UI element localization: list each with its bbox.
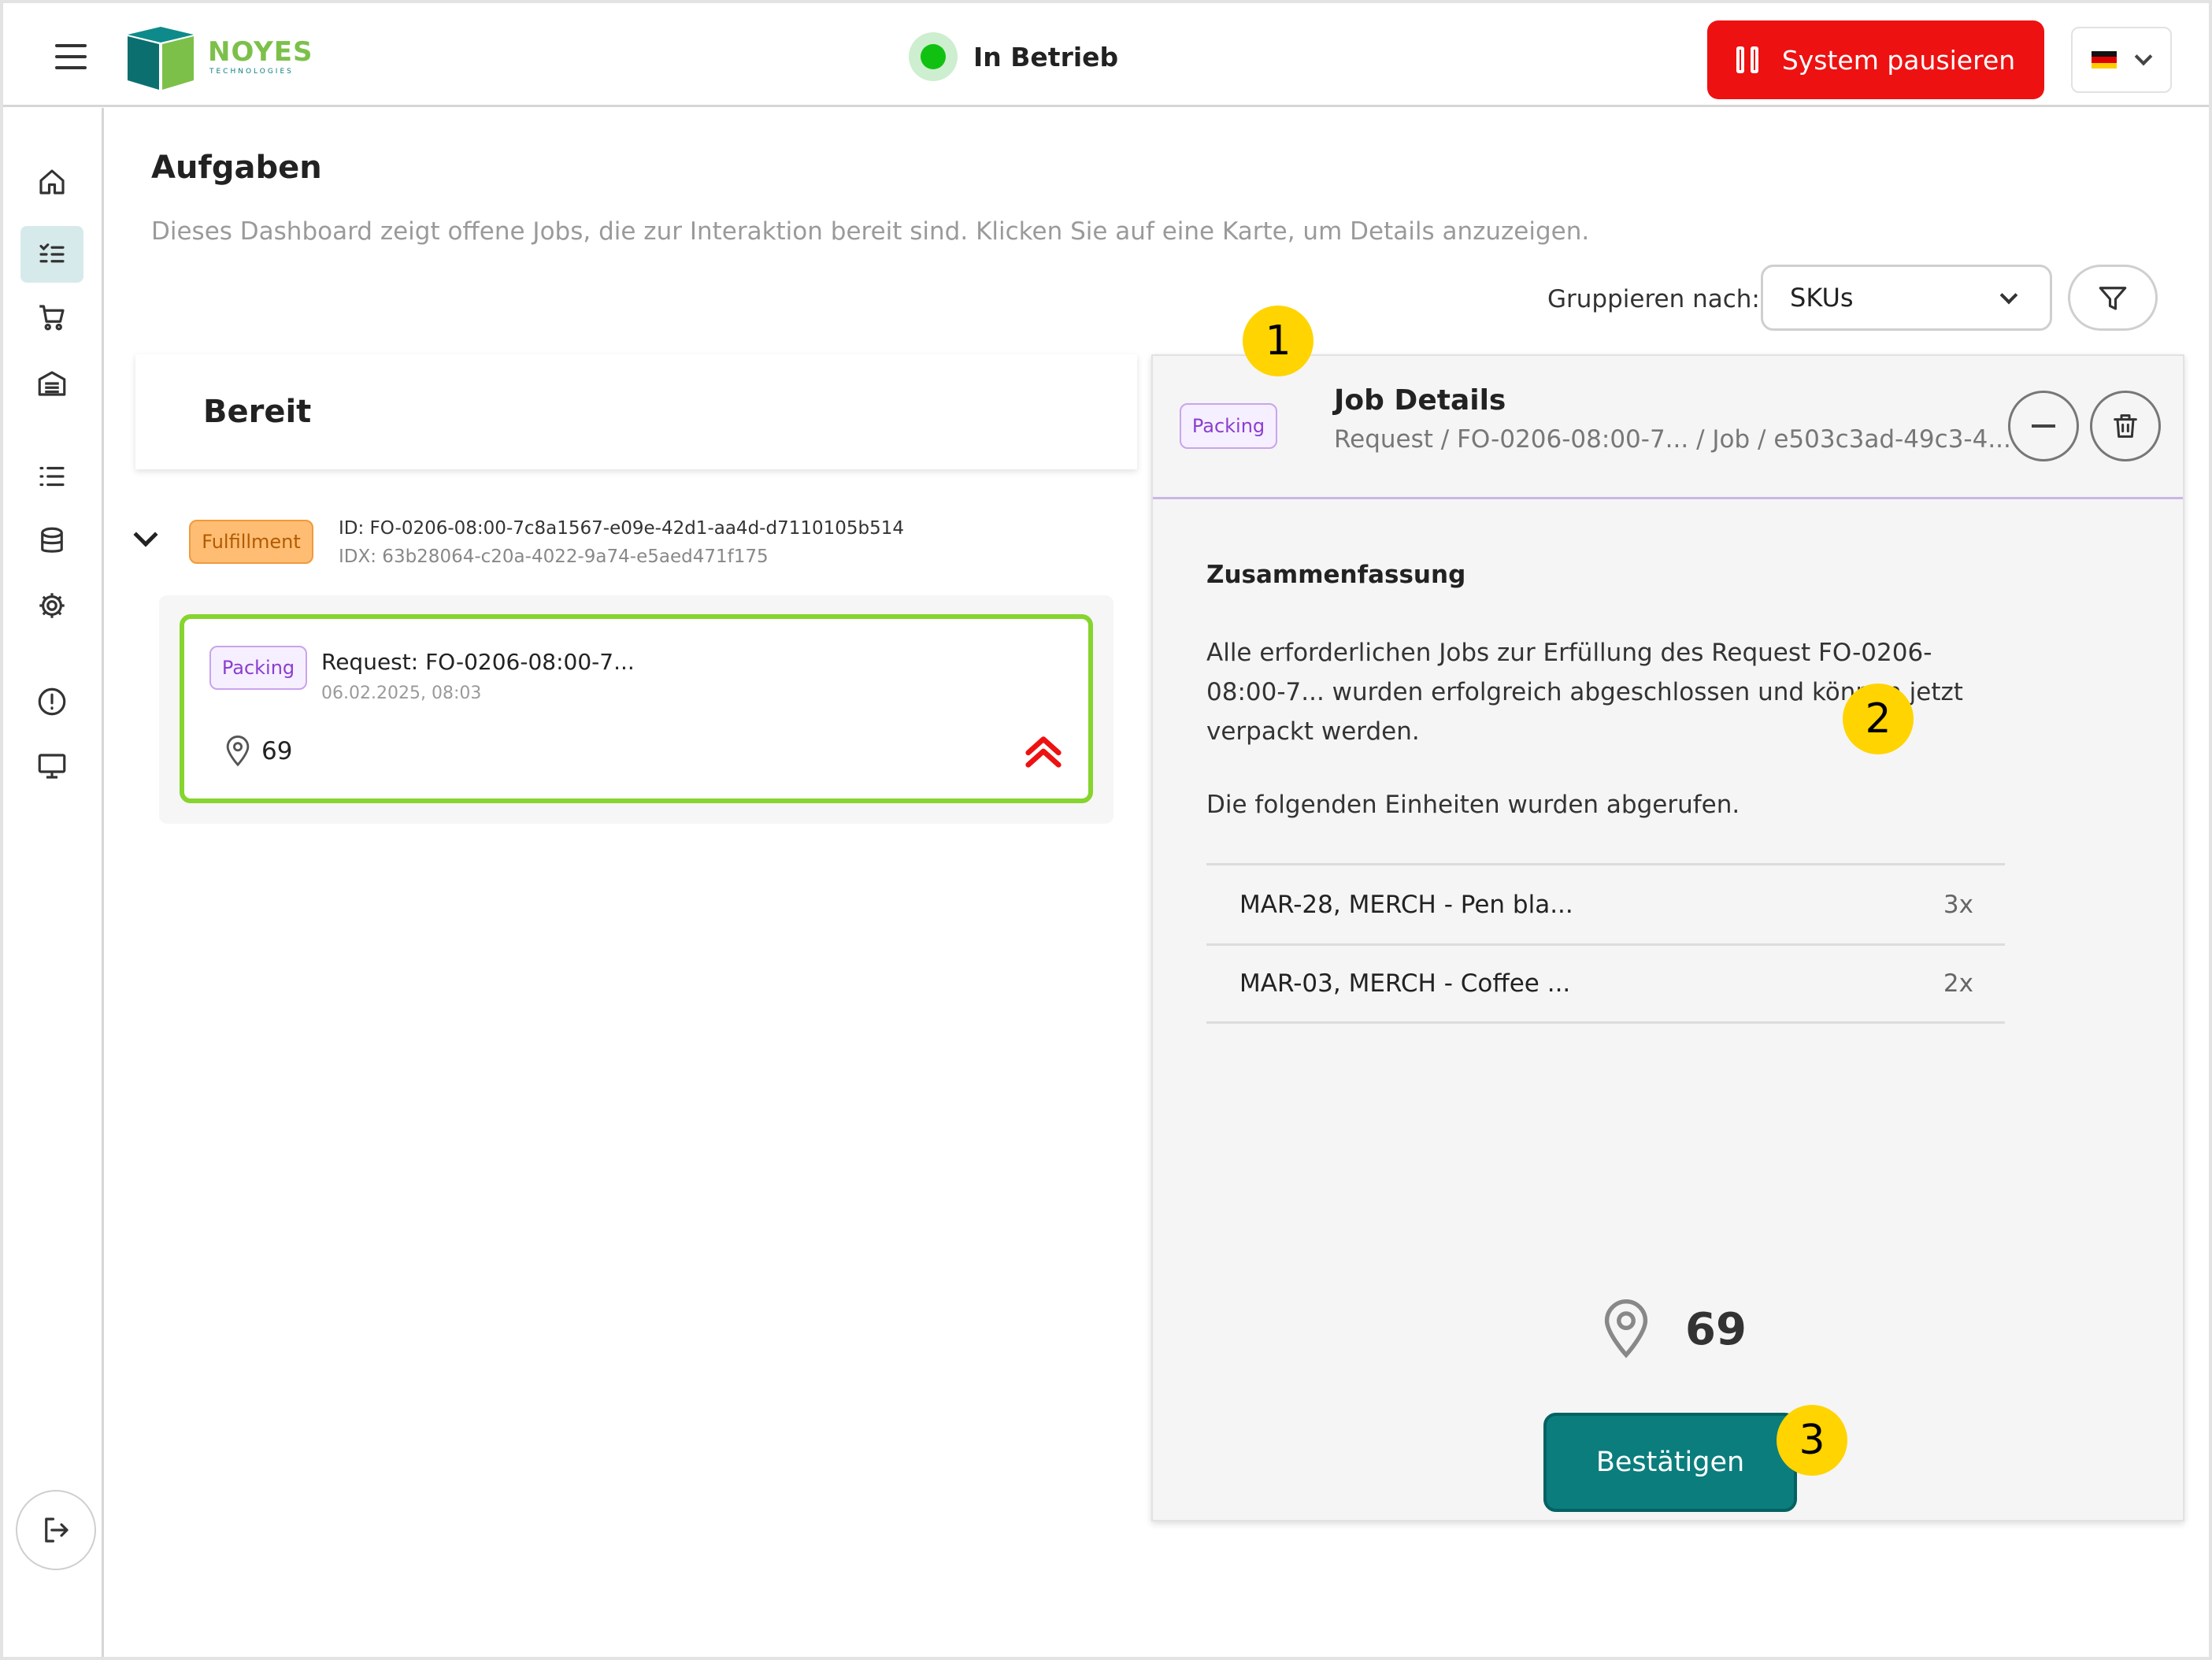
task-list-icon	[39, 243, 65, 263]
sidebar-item-tasks[interactable]	[20, 226, 83, 283]
fulfillment-group-row[interactable]: Fulfillment ID: FO-0206-08:00-7c8a1567-e…	[126, 510, 1142, 573]
logo-cube-icon	[128, 27, 194, 90]
location-value: 69	[1685, 1304, 1747, 1355]
annotation-marker-2: 2	[1843, 684, 1914, 754]
list-item: MAR-28, MERCH - Pen bla... 3x	[1206, 863, 2005, 943]
packing-badge: Packing	[1180, 403, 1277, 449]
job-details-header: Packing Job Details Request / FO-0206-08…	[1153, 356, 2183, 499]
menu-icon[interactable]	[55, 44, 87, 69]
item-quantity: 3x	[1943, 890, 1973, 919]
group-by-value: SKUs	[1790, 283, 1854, 313]
system-status: In Betrieb	[909, 31, 1118, 82]
packing-badge: Packing	[209, 646, 307, 690]
logo-brand: NOYES	[208, 36, 313, 68]
group-by-label: Gruppieren nach:	[1547, 285, 1760, 313]
language-select[interactable]	[2071, 27, 2172, 93]
sidebar-item-orders[interactable]	[20, 289, 83, 346]
sidebar-item-database[interactable]	[20, 513, 83, 569]
annotation-marker-1: 1	[1243, 306, 1313, 376]
sidebar-item-monitor[interactable]	[20, 738, 83, 795]
pause-system-label: System pausieren	[1781, 44, 2016, 76]
status-indicator-icon	[909, 32, 958, 81]
chevron-down-icon	[1999, 286, 2018, 305]
summary-subtitle: Die folgenden Einheiten wurden abgerufen…	[1206, 791, 1740, 819]
collapse-button[interactable]	[2008, 391, 2079, 461]
status-text: In Betrieb	[973, 41, 1119, 72]
logo-subtitle: TECHNOLOGIES	[209, 68, 294, 76]
page-title: Aufgaben	[151, 150, 322, 186]
sidebar-item-alerts[interactable]	[20, 673, 83, 730]
location-pin-icon	[1604, 1299, 1648, 1358]
logout-button[interactable]	[16, 1490, 96, 1570]
sidebar-item-settings[interactable]	[20, 577, 83, 634]
home-icon	[39, 169, 65, 195]
job-details-panel: Packing Job Details Request / FO-0206-08…	[1151, 354, 2184, 1521]
gear-icon	[39, 593, 65, 618]
location-pin-icon	[226, 736, 250, 767]
card-location: 69	[261, 737, 293, 765]
pause-system-button[interactable]: System pausieren	[1707, 20, 2044, 99]
job-details-title: Job Details	[1334, 384, 1506, 417]
list-icon	[39, 466, 65, 487]
chevron-down-icon	[2134, 47, 2153, 66]
breadcrumb: Request / FO-0206-08:00-7... / Job / e50…	[1334, 425, 2011, 454]
monitor-icon	[38, 754, 66, 779]
sidebar-item-warehouse[interactable]	[20, 355, 83, 412]
group-id: ID: FO-0206-08:00-7c8a1567-e09e-42d1-aa4…	[339, 518, 904, 539]
list-item: MAR-03, MERCH - Coffee ... 2x	[1206, 943, 2005, 1024]
confirm-button[interactable]: Bestätigen	[1543, 1413, 1797, 1512]
filter-button[interactable]	[2068, 265, 2158, 331]
cart-icon	[39, 305, 65, 331]
database-icon	[41, 527, 63, 553]
sidebar	[3, 108, 104, 1657]
card-date: 06.02.2025, 08:03	[321, 684, 482, 703]
column-header-ready: Bereit	[135, 354, 1137, 469]
group-by-select[interactable]: SKUs	[1761, 265, 2052, 331]
high-priority-icon	[1025, 736, 1062, 768]
card-title: Request: FO-0206-08:00-7...	[321, 649, 635, 675]
logo: NOYES TECHNOLOGIES	[123, 25, 312, 91]
delete-button[interactable]	[2090, 391, 2161, 461]
sidebar-item-list[interactable]	[20, 448, 83, 505]
filter-icon	[2099, 287, 2127, 310]
trash-icon	[2114, 414, 2137, 438]
item-name: MAR-28, MERCH - Pen bla...	[1239, 890, 1573, 919]
summary-title: Zusammenfassung	[1206, 561, 1466, 589]
item-name: MAR-03, MERCH - Coffee ...	[1239, 969, 1571, 998]
retrieved-items-list: MAR-28, MERCH - Pen bla... 3x MAR-03, ME…	[1206, 863, 2005, 1024]
german-flag-icon	[2092, 51, 2117, 69]
item-quantity: 2x	[1943, 969, 1973, 998]
annotation-marker-3: 3	[1777, 1405, 1847, 1476]
pause-icon	[1736, 46, 1758, 73]
top-bar: NOYES TECHNOLOGIES In Betrieb System pau…	[3, 3, 2209, 107]
job-card[interactable]: Packing Request: FO-0206-08:00-7... 06.0…	[180, 614, 1093, 803]
chevron-down-icon[interactable]	[133, 522, 158, 547]
sidebar-item-home[interactable]	[20, 154, 83, 210]
logout-icon	[45, 1517, 69, 1543]
fulfillment-badge: Fulfillment	[189, 520, 313, 564]
alert-icon	[38, 687, 66, 716]
page-description: Dieses Dashboard zeigt offene Jobs, die …	[151, 217, 1590, 246]
warehouse-icon	[38, 371, 66, 396]
group-idx: IDX: 63b28064-c20a-4022-9a74-e5aed471f17…	[339, 547, 769, 567]
minus-icon	[2032, 424, 2055, 428]
